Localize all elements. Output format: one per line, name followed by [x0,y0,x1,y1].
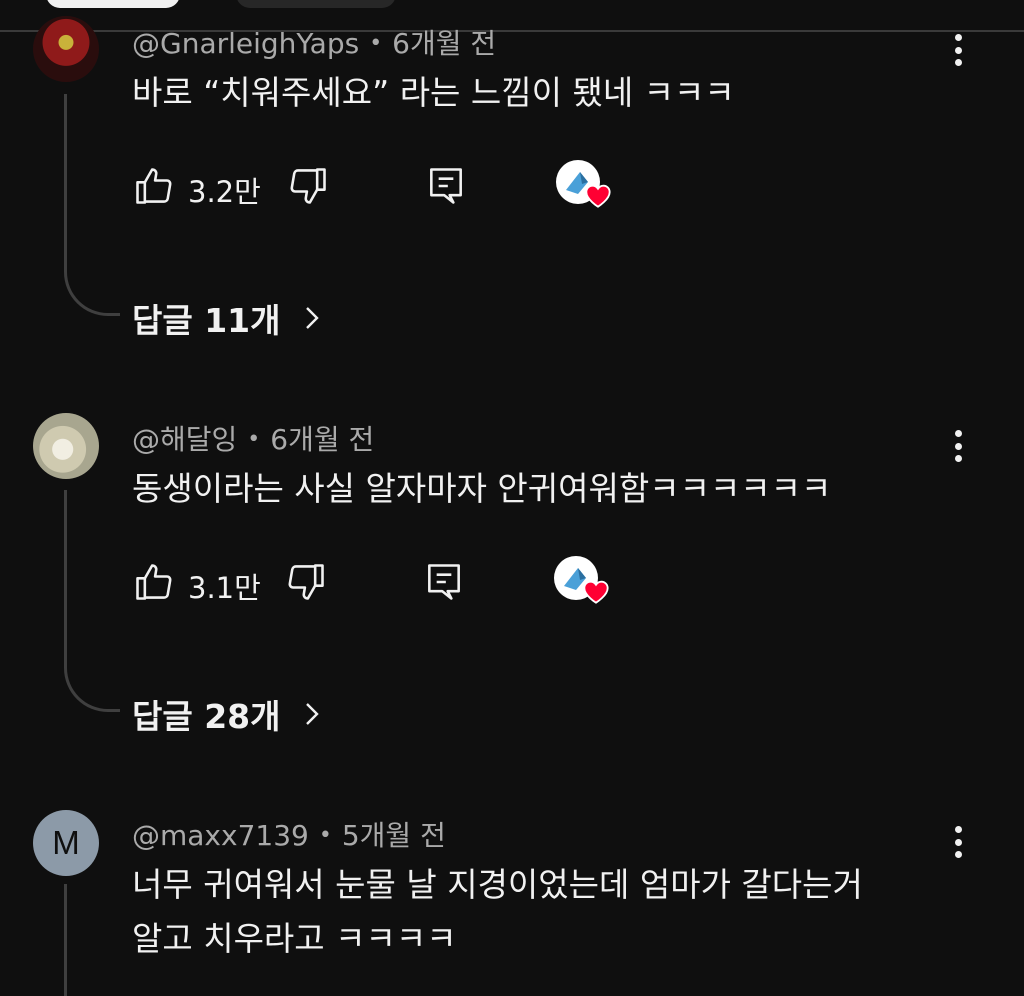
reply-icon[interactable] [424,164,468,208]
comment-text-line: 너무 귀여워서 눈물 날 지경이었는데 엄마가 갈다는거 [132,865,863,904]
comment-text: 바로 “치워주세요” 라는 느낌이 됐네 ㅋㅋㅋ [132,73,735,112]
more-vert-icon[interactable] [948,426,968,466]
author-name[interactable]: @GnarleighYaps [132,27,359,60]
creator-heart [556,160,611,208]
filter-chip[interactable] [236,0,396,8]
separator-dot: • [247,427,261,452]
chevron-right-icon [305,703,319,725]
thread-line [64,94,67,266]
avatar[interactable] [33,413,99,479]
like-count: 3.1만 [188,571,261,605]
comment-time[interactable]: 6개월 전 [392,27,496,60]
thumbs-up-icon[interactable] [132,164,176,208]
comment-meta: @maxx7139 • 5개월 전 [132,814,446,854]
creator-heart-icon [585,184,611,208]
reply-icon[interactable] [422,560,466,604]
more-vert-icon[interactable] [948,822,968,862]
separator-dot: • [369,31,383,56]
comments-page: @GnarleighYaps • 6개월 전 바로 “치워주세요” 라는 느낌이 됐… [0,0,1024,996]
comment-meta: @해달잉 • 6개월 전 [132,418,374,458]
view-replies-button[interactable]: 답글 11개 [132,294,323,342]
more-vert-icon[interactable] [948,30,968,70]
replies-label: 답글 11개 [132,301,281,340]
thread-line [64,490,67,662]
thread-curve [64,662,120,712]
replies-label: 답글 28개 [132,697,281,736]
comment-meta: @GnarleighYaps • 6개월 전 [132,22,496,62]
thumbs-up-icon[interactable] [132,560,176,604]
chevron-right-icon [305,307,319,329]
comment-time[interactable]: 6개월 전 [270,423,374,456]
thread-curve [64,266,120,316]
filter-chip-active[interactable] [46,0,180,8]
creator-heart [554,556,609,604]
comment-text: 동생이라는 사실 알자마자 안귀여워함ㅋㅋㅋㅋㅋㅋ [132,469,832,508]
creator-heart-icon [583,580,609,604]
comment-text-line: 알고 치우라고 ㅋㅋㅋㅋ [132,919,457,958]
avatar[interactable] [33,16,99,82]
comment-time[interactable]: 5개월 전 [342,819,446,852]
like-count: 3.2만 [188,175,261,209]
thread-line [64,884,67,996]
comment-actions: 3.1만 [132,556,632,608]
comment-actions: 3.2만 [132,160,632,212]
separator-dot: • [318,823,332,848]
author-name[interactable]: @해달잉 [132,423,237,456]
view-replies-button[interactable]: 답글 28개 [132,690,323,738]
author-name[interactable]: @maxx7139 [132,819,309,852]
thumbs-down-icon[interactable] [286,164,330,208]
thumbs-down-icon[interactable] [284,560,328,604]
avatar[interactable]: M [33,810,99,876]
